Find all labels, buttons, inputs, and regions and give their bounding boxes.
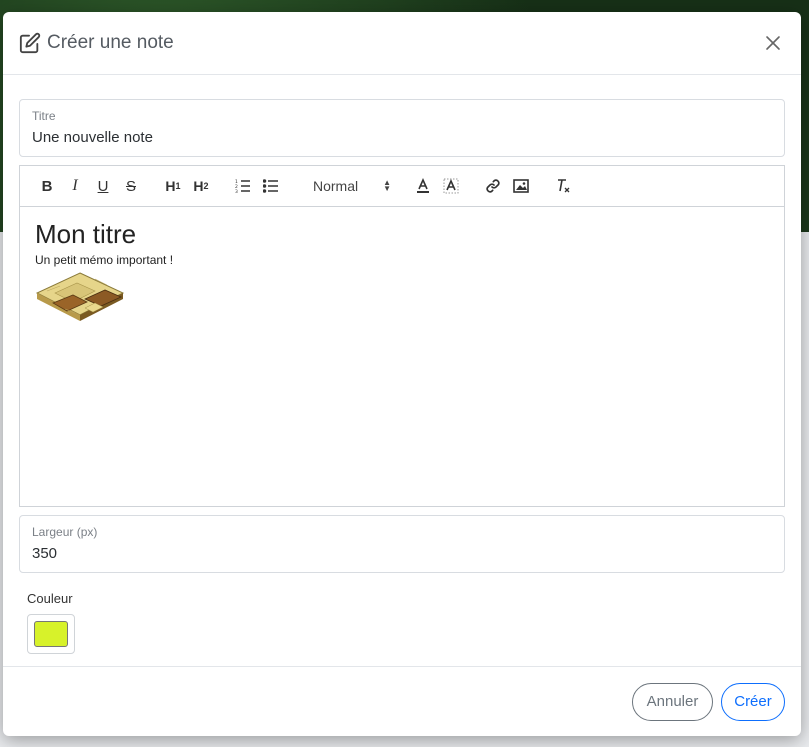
ordered-list-icon[interactable]: 1 2 3 [229, 174, 257, 198]
modal-footer: Annuler Créer [3, 666, 801, 736]
svg-text:3: 3 [235, 189, 238, 193]
bold-button[interactable]: B [33, 174, 61, 198]
format-select[interactable]: Normal ▲ ▼ [303, 174, 399, 198]
title-label: Titre [32, 109, 56, 123]
bullet-list-icon[interactable] [257, 174, 285, 198]
note-paragraph: Un petit mémo important ! [35, 253, 174, 267]
width-field[interactable]: Largeur (px) [19, 515, 785, 573]
create-button[interactable]: Créer [721, 682, 785, 721]
editor-content[interactable]: Mon titre Un petit mémo important ! [20, 207, 784, 335]
note-heading: Mon titre [35, 219, 137, 249]
modal-body: Titre B I U S H1 H2 1 2 3 [3, 75, 801, 654]
modal-header: Créer une note [3, 12, 801, 75]
text-color-icon[interactable] [409, 174, 437, 198]
italic-button[interactable]: I [61, 174, 89, 198]
select-arrows-icon: ▲ ▼ [383, 178, 391, 193]
close-icon[interactable] [761, 31, 785, 55]
strike-button[interactable]: S [117, 174, 145, 198]
link-icon[interactable] [479, 174, 507, 198]
heading-1-button[interactable]: H1 [159, 174, 187, 198]
image-icon[interactable] [507, 174, 535, 198]
heading-2-button[interactable]: H2 [187, 174, 215, 198]
modal-title: Créer une note [47, 32, 174, 53]
rich-text-editor: B I U S H1 H2 1 2 3 Normal ▲ ▼ Mon titre… [19, 165, 785, 507]
color-block: Couleur [19, 573, 785, 654]
color-label: Couleur [27, 591, 73, 606]
background-color-icon[interactable] [437, 174, 465, 198]
width-input[interactable] [32, 545, 772, 562]
underline-button[interactable]: U [89, 174, 117, 198]
color-picker[interactable] [27, 614, 75, 654]
title-input[interactable] [32, 129, 772, 146]
editor-toolbar: B I U S H1 H2 1 2 3 Normal ▲ ▼ [20, 166, 784, 207]
width-label: Largeur (px) [32, 525, 98, 539]
clear-format-icon[interactable] [549, 174, 577, 198]
title-field[interactable]: Titre [19, 99, 785, 157]
edit-icon [19, 32, 41, 54]
format-select-value: Normal [313, 178, 359, 194]
create-note-modal: Créer une note Titre B I U S H1 H2 [3, 12, 801, 736]
cancel-button[interactable]: Annuler [632, 682, 713, 721]
floor-tile-image [35, 272, 125, 321]
color-swatch [34, 621, 68, 647]
